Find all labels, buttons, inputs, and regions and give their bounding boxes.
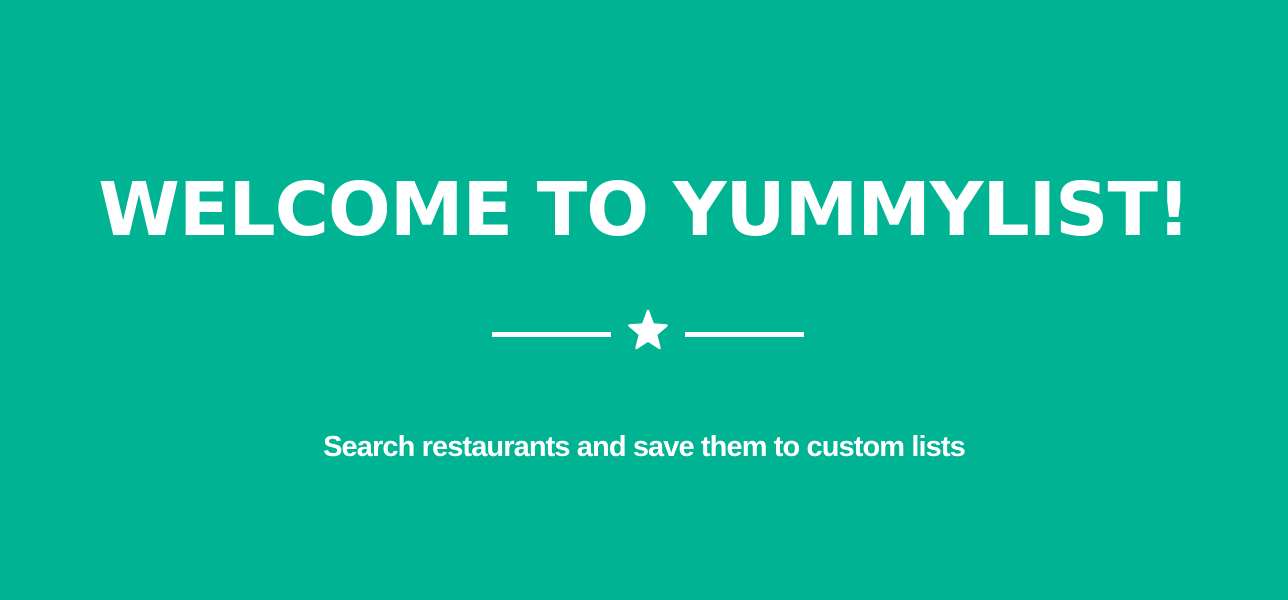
divider-line-right bbox=[685, 332, 804, 337]
page-title: WELCOME TO YUMMYLIST! bbox=[98, 167, 1190, 253]
divider-line-left bbox=[492, 332, 611, 337]
hero-subtitle: Search restaurants and save them to cust… bbox=[323, 431, 966, 463]
star-divider bbox=[490, 305, 806, 365]
star-icon bbox=[628, 305, 668, 363]
hero-section: WELCOME TO YUMMYLIST! Search restaurants… bbox=[0, 0, 1288, 600]
